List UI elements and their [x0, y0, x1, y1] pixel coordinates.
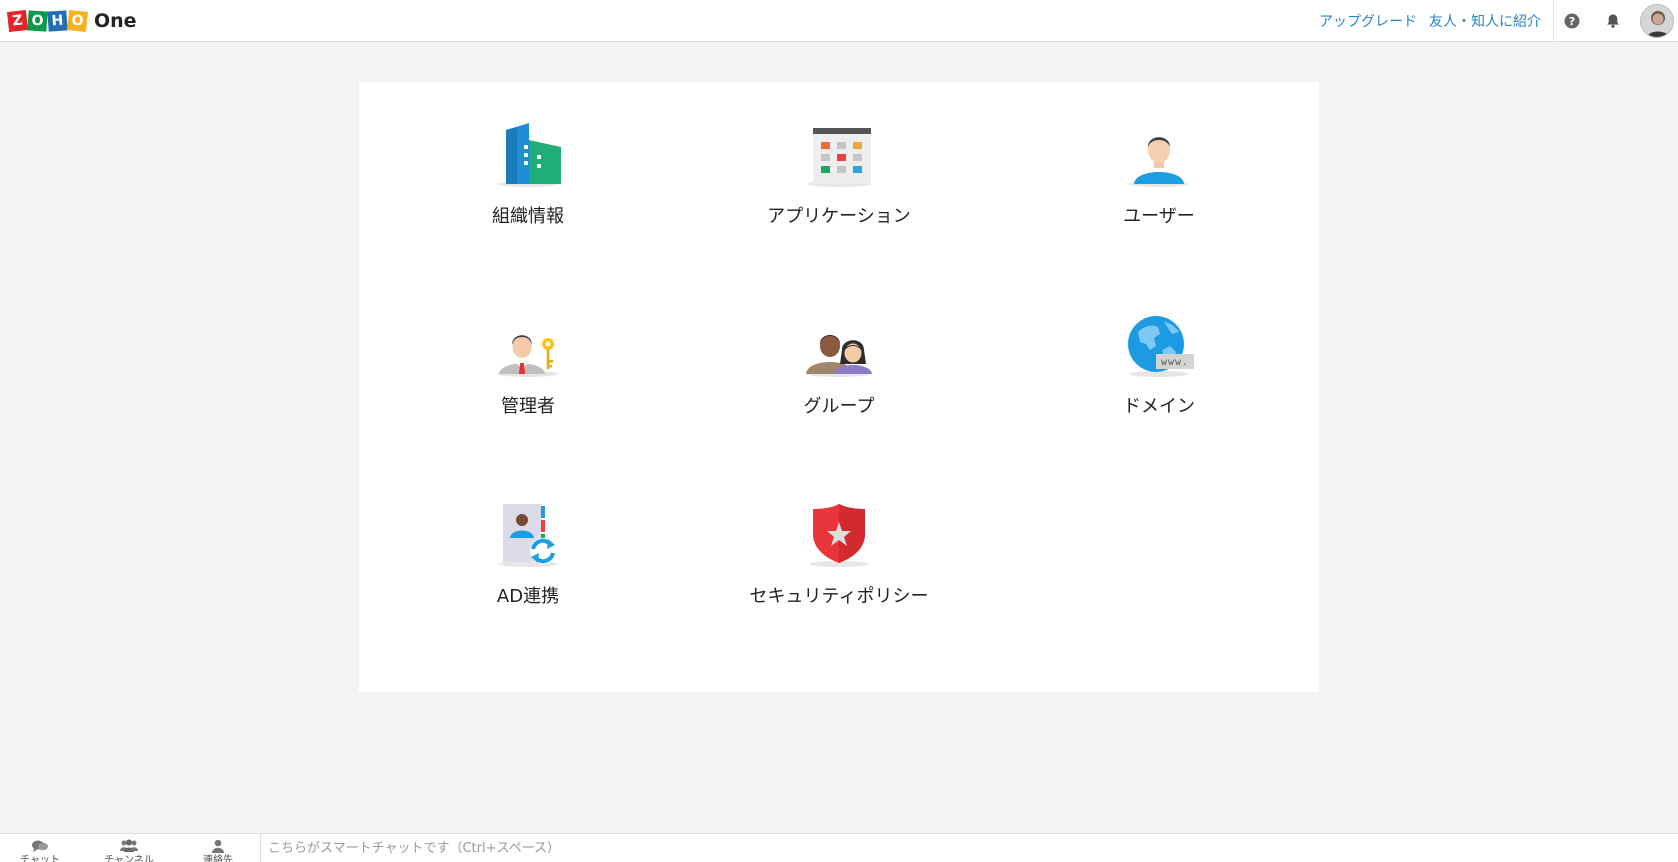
tile-label: アプリケーション — [767, 206, 911, 227]
tile-label: セキュリティポリシー — [749, 586, 929, 607]
tile-domains[interactable]: www. ドメイン — [1049, 272, 1269, 417]
tile-groups[interactable]: グループ — [729, 272, 949, 417]
tile-security-policy[interactable]: セキュリティポリシー — [729, 462, 949, 607]
tile-label: グループ — [803, 396, 875, 417]
logo-letter-o: O — [67, 10, 88, 32]
domain-globe-icon: www. — [1124, 310, 1194, 380]
bottom-chat-bar: チャット チャンネル 連絡先 — [0, 833, 1678, 862]
security-shield-icon — [804, 500, 874, 570]
tile-label: ドメイン — [1123, 396, 1195, 417]
bell-icon[interactable] — [1603, 11, 1623, 31]
organization-building-icon — [493, 120, 563, 190]
logo-letter-o: O — [27, 10, 48, 32]
tile-label: 組織情報 — [492, 206, 564, 227]
user-avatar[interactable] — [1640, 4, 1674, 38]
header-divider — [1553, 0, 1554, 42]
bottom-divider — [260, 834, 261, 862]
top-header: Z O H O One アップグレード 友人・知人に紹介 ? — [0, 0, 1678, 42]
product-name: One — [94, 10, 137, 32]
contacts-icon — [208, 838, 228, 853]
svg-text:www.: www. — [1161, 357, 1189, 368]
header-links: アップグレード 友人・知人に紹介 — [1319, 0, 1541, 42]
help-icon[interactable]: ? — [1562, 11, 1582, 31]
tile-organization[interactable]: 組織情報 — [418, 82, 638, 227]
bottom-tab-chat[interactable]: チャット — [0, 834, 80, 862]
bottom-tab-label: 連絡先 — [203, 855, 233, 862]
bottom-tab-label: チャット — [20, 855, 60, 862]
logo-letter-z: Z — [7, 10, 28, 32]
tile-label: 管理者 — [501, 396, 555, 417]
logo-letter-h: H — [47, 10, 68, 32]
bottom-tab-channels[interactable]: チャンネル — [89, 834, 169, 862]
bottom-tab-label: チャンネル — [104, 855, 154, 862]
smart-chat-input[interactable] — [268, 834, 1068, 862]
admin-key-icon — [493, 310, 563, 380]
group-icon — [804, 310, 874, 380]
bottom-tab-contacts[interactable]: 連絡先 — [178, 834, 258, 862]
upgrade-link[interactable]: アップグレード — [1319, 11, 1417, 31]
tile-users[interactable]: ユーザー — [1049, 82, 1269, 227]
channels-icon — [119, 838, 139, 852]
tile-ad-integration[interactable]: AD連携 — [418, 462, 638, 607]
tile-label: AD連携 — [496, 586, 560, 607]
refer-friend-link[interactable]: 友人・知人に紹介 — [1429, 11, 1541, 31]
tile-label: ユーザー — [1123, 206, 1195, 227]
ad-sync-icon — [493, 500, 563, 570]
svg-text:?: ? — [1569, 15, 1575, 28]
applications-grid-icon — [804, 120, 874, 190]
zoho-one-logo[interactable]: Z O H O One — [7, 9, 137, 33]
admin-panel-card: 組織情報 アプリケーション ユーザー 管理者 グループ www. ドメイン AD… — [359, 82, 1319, 692]
user-icon — [1124, 120, 1194, 190]
tile-applications[interactable]: アプリケーション — [729, 82, 949, 227]
chat-icon — [30, 838, 50, 852]
tile-administrators[interactable]: 管理者 — [418, 272, 638, 417]
